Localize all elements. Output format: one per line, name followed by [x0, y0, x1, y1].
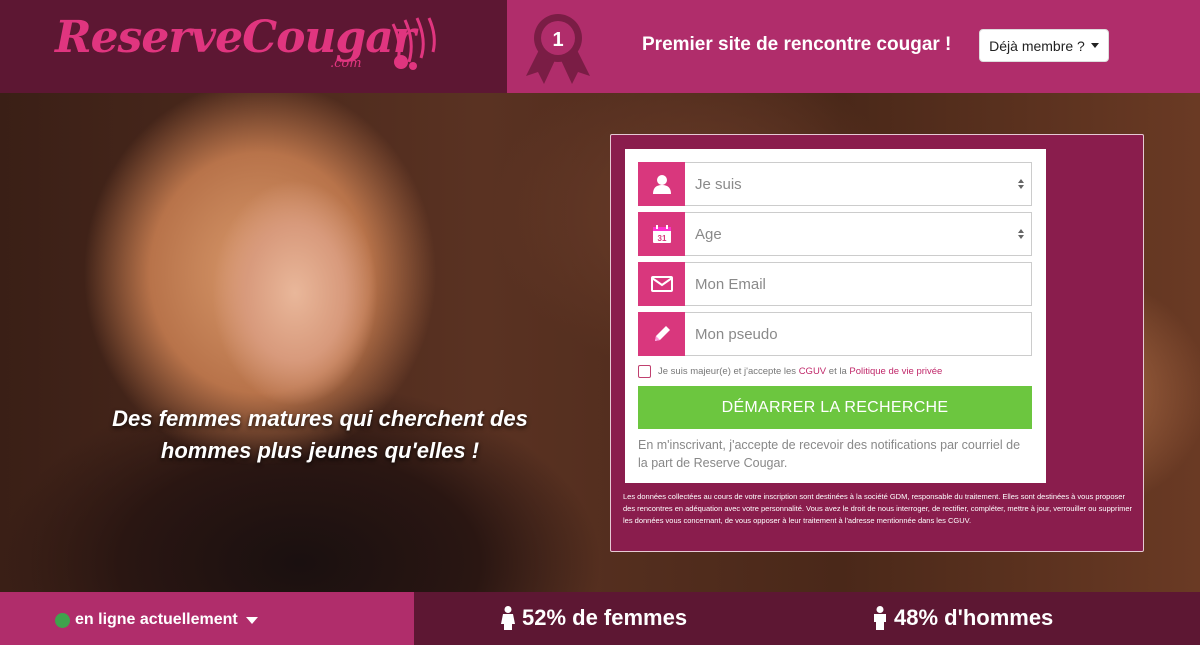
- svg-text:31: 31: [657, 234, 666, 243]
- cguv-link[interactable]: CGUV: [799, 366, 826, 377]
- online-toggle[interactable]: en ligne actuellement: [55, 611, 258, 629]
- men-stat-label: 48% d'hommes: [894, 605, 1054, 630]
- online-label: en ligne actuellement: [75, 611, 238, 628]
- already-member-label: Déjà membre ?: [989, 37, 1085, 54]
- tagline: Premier site de rencontre cougar !: [642, 34, 952, 55]
- hero-line-2: hommes plus jeunes qu'elles !: [160, 438, 480, 463]
- privacy-policy-link[interactable]: Politique de vie privée: [849, 366, 942, 377]
- age-select[interactable]: 31 Age: [638, 211, 1032, 256]
- calendar-icon: 31: [638, 211, 685, 256]
- signup-form: Je suis 31 Age Mon Email Mon pseudo Je s…: [625, 149, 1046, 483]
- male-icon: [874, 606, 886, 630]
- email-field[interactable]: Mon Email: [638, 261, 1032, 306]
- consent-checkbox[interactable]: [638, 365, 651, 378]
- legal-notice: Les données collectées au cours de votre…: [623, 492, 1133, 525]
- chevron-down-icon: [245, 616, 258, 624]
- female-icon: [501, 606, 515, 630]
- logo-suffix: .com: [330, 56, 362, 71]
- select-arrows-icon: [1011, 179, 1031, 189]
- men-stat: 48% d'hommes: [872, 605, 1053, 631]
- rank-badge-icon: 1: [526, 14, 590, 84]
- women-stat-label: 52% de femmes: [522, 605, 688, 630]
- signup-panel: Je suis 31 Age Mon Email Mon pseudo Je s…: [610, 134, 1144, 552]
- pencil-icon: [638, 311, 685, 356]
- consent-text: Je suis majeur(e) et j'accepte les CGUV …: [658, 366, 942, 377]
- consent-prefix: Je suis majeur(e) et j'accepte les: [658, 366, 797, 377]
- pseudo-field[interactable]: Mon pseudo: [638, 311, 1032, 356]
- hero-line-1: Des femmes matures qui cherchent des: [112, 406, 528, 431]
- badge-number: 1: [552, 29, 563, 51]
- envelope-icon: [638, 261, 685, 306]
- logo-area: ReserveCougar .com: [0, 0, 507, 93]
- hero-headline: Des femmes matures qui cherchent des hom…: [90, 403, 550, 467]
- email-placeholder: Mon Email: [695, 275, 766, 293]
- consent-middle: et la: [828, 366, 847, 377]
- pseudo-placeholder: Mon pseudo: [695, 325, 778, 343]
- online-status-icon: [55, 612, 70, 628]
- header: ReserveCougar .com 1 Premier site de ren…: [0, 0, 1200, 93]
- already-member-button[interactable]: Déjà membre ?: [979, 29, 1109, 62]
- gender-select[interactable]: Je suis: [638, 161, 1032, 206]
- select-arrows-icon: [1011, 229, 1031, 239]
- user-icon: [638, 161, 685, 206]
- chevron-down-icon: [1090, 43, 1099, 48]
- consent-row: Je suis majeur(e) et j'accepte les CGUV …: [638, 365, 942, 378]
- age-select-value: Age: [695, 225, 722, 243]
- women-stat: 52% de femmes: [500, 605, 687, 631]
- notification-notice: En m'inscrivant, j'accepte de recevoir d…: [638, 438, 1021, 470]
- claw-icon: [391, 17, 436, 70]
- start-search-button[interactable]: DÉMARRER LA RECHERCHE: [638, 386, 1032, 429]
- gender-select-value: Je suis: [695, 175, 742, 193]
